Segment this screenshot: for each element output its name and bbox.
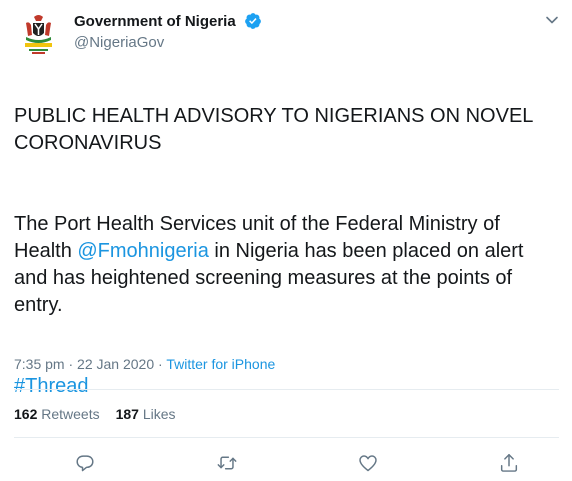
tweet-text: PUBLIC HEALTH ADVISORY TO NIGERIANS ON N… — [14, 76, 559, 427]
retweet-icon[interactable] — [216, 452, 240, 476]
retweets-stat[interactable]: 162 Retweets — [14, 406, 100, 422]
tweet-header: Government of Nigeria @NigeriaGov — [14, 9, 559, 59]
display-name[interactable]: Government of Nigeria — [74, 13, 236, 30]
reply-icon[interactable] — [74, 452, 98, 476]
meta-separator: · — [64, 356, 78, 372]
meta-separator: · — [154, 356, 167, 372]
tweet-date[interactable]: 22 Jan 2020 — [77, 356, 154, 372]
tweet-time[interactable]: 7:35 pm — [14, 356, 65, 372]
like-icon[interactable] — [357, 452, 381, 476]
hashtag-link[interactable]: #Thread — [14, 375, 89, 397]
user-names: Government of Nigeria @NigeriaGov — [74, 12, 262, 51]
retweets-count: 162 — [14, 406, 38, 422]
chevron-down-icon[interactable] — [545, 13, 559, 27]
divider — [14, 437, 559, 438]
retweets-label: Retweets — [41, 406, 100, 422]
avatar[interactable] — [14, 9, 63, 58]
tweet-stats: 162 Retweets 187 Likes — [14, 406, 176, 422]
tweet-actions — [0, 452, 572, 478]
tweet-card: Government of Nigeria @NigeriaGov PUBLIC… — [0, 0, 572, 481]
coat-of-arms-logo — [14, 9, 63, 58]
share-icon[interactable] — [498, 452, 522, 476]
user-handle[interactable]: @NigeriaGov — [74, 34, 262, 51]
divider — [14, 389, 559, 390]
tweet-source[interactable]: Twitter for iPhone — [166, 356, 275, 372]
tweet-meta: 7:35 pm · 22 Jan 2020 · Twitter for iPho… — [14, 356, 275, 372]
mention-link[interactable]: @Fmohnigeria — [77, 240, 208, 262]
tweet-paragraph-hashtag: #Thread — [14, 373, 559, 400]
likes-stat[interactable]: 187 Likes — [116, 406, 176, 422]
tweet-paragraph-body: The Port Health Services unit of the Fed… — [14, 211, 559, 319]
verified-badge-icon — [244, 12, 262, 30]
tweet-paragraph-title: PUBLIC HEALTH ADVISORY TO NIGERIANS ON N… — [14, 105, 533, 154]
likes-count: 187 — [115, 406, 139, 422]
likes-label: Likes — [142, 406, 176, 422]
